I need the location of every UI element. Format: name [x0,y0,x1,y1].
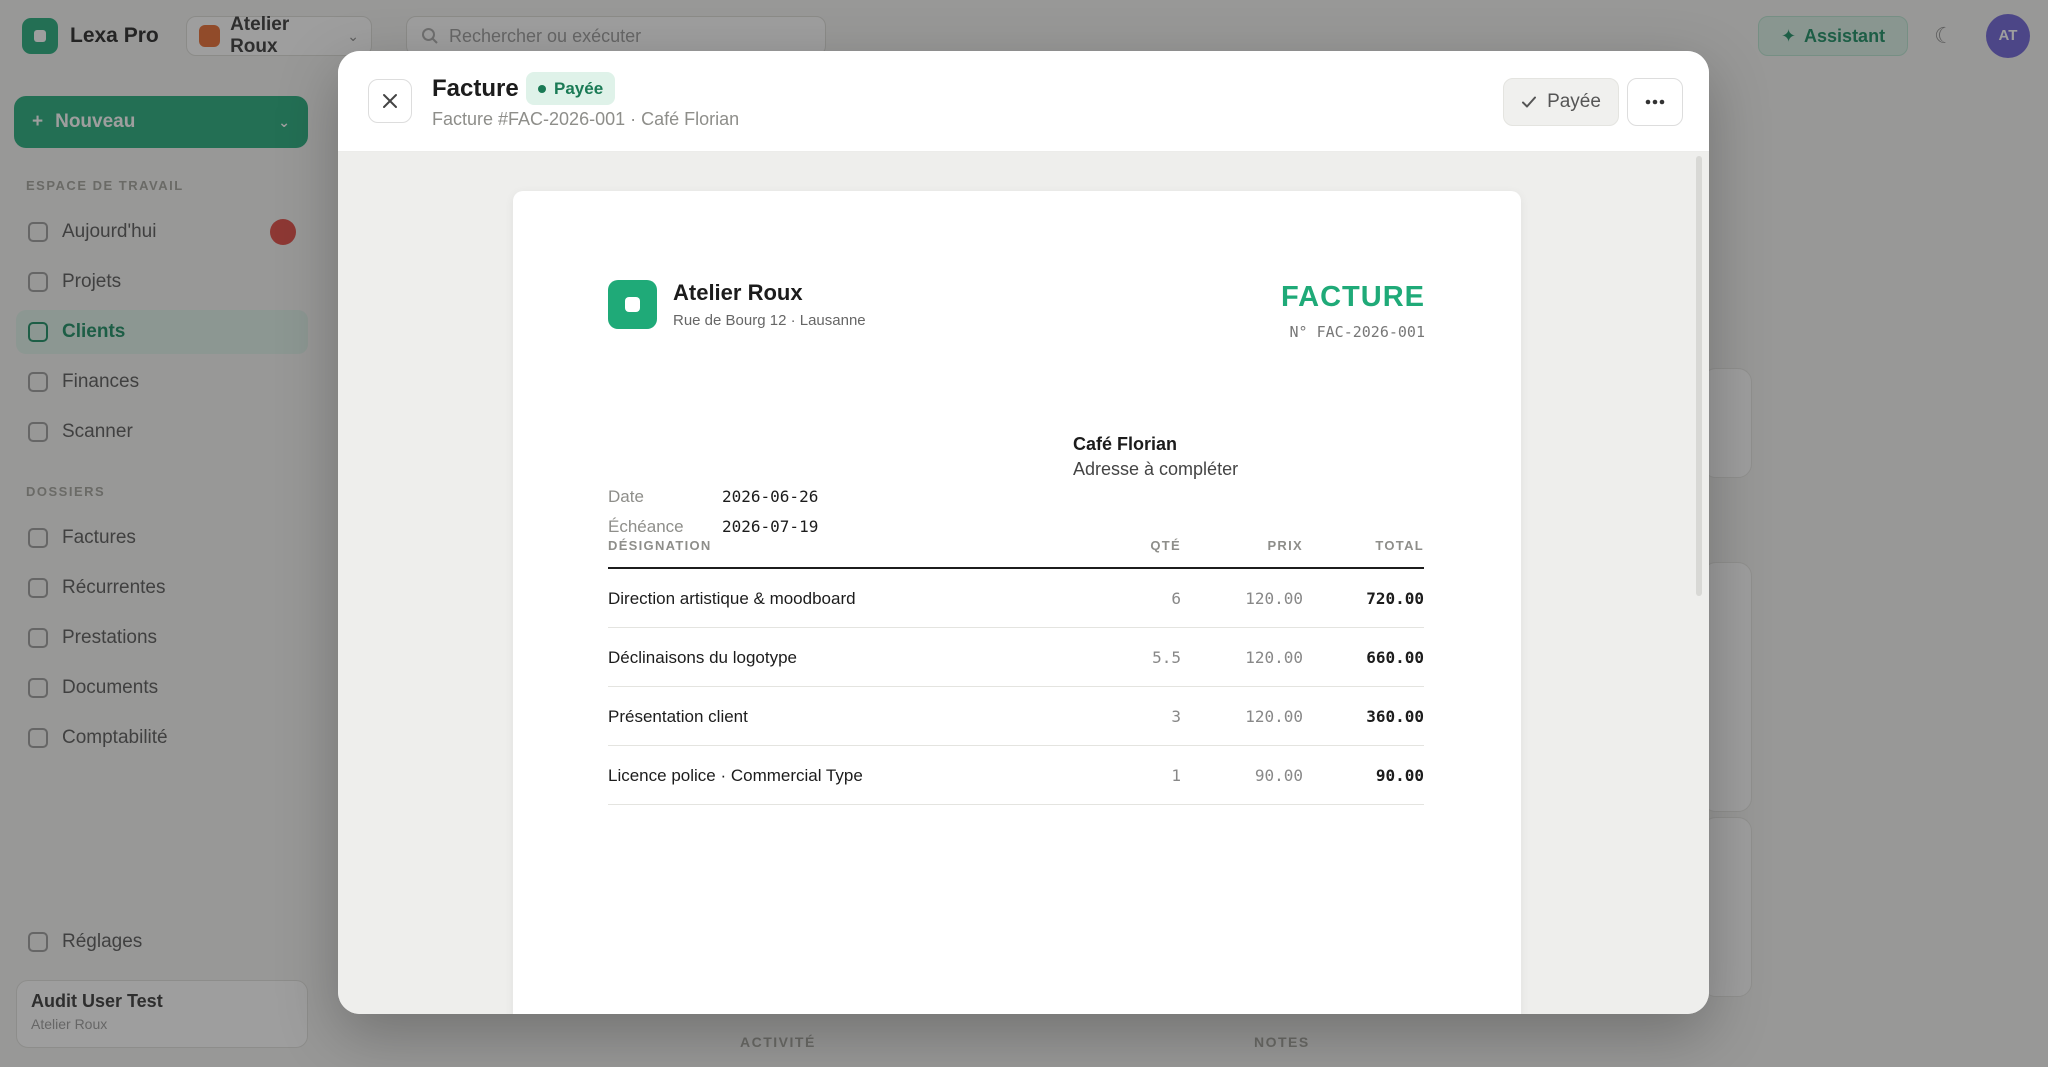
line-designation: Présentation client [608,707,748,726]
status-badge: Payée [526,72,616,105]
company-name: Atelier Roux [673,280,803,305]
invoice-modal: Facture Payée Facture #FAC-2026-001 · Ca… [338,51,1709,1014]
client-address: Adresse à compléter [1073,459,1239,479]
scrollbar[interactable] [1696,156,1702,596]
line-qty: 5.5 [1152,648,1181,667]
modal-subtitle: Facture #FAC-2026-001 · Café Florian [432,109,740,129]
line-price: 90.00 [1254,766,1303,785]
invoice-number: N° FAC-2026-001 [1289,323,1425,341]
table-row: Présentation client 3 120.00 360.00 [608,687,1424,746]
date-value: 2026-06-26 [722,487,819,506]
table-row: Déclinaisons du logotype 5.5 120.00 660.… [608,628,1424,687]
modal-body[interactable]: Atelier Roux Rue de Bourg 12 · Lausanne … [338,152,1709,1014]
invoice-heading: FACTURE [1281,281,1425,313]
line-designation: Licence police · Commercial Type [608,766,863,785]
column-price: PRIX [1267,538,1303,553]
line-designation: Déclinaisons du logotype [608,648,798,667]
table-row: Licence police · Commercial Type 1 90.00… [608,746,1424,805]
date-label: Date [608,487,644,506]
company-address: Rue de Bourg 12 · Lausanne [673,312,866,329]
close-icon [383,94,397,108]
line-total: 660.00 [1366,648,1424,667]
close-button[interactable] [368,79,412,123]
line-qty: 1 [1171,766,1181,785]
modal-title: Facture [432,75,519,102]
table-header: DÉSIGNATION QTÉ PRIX TOTAL [608,526,1424,569]
invoice-lines-table: DÉSIGNATION QTÉ PRIX TOTAL Direction art… [608,526,1424,805]
line-designation: Direction artistique & moodboard [608,589,856,608]
client-name: Café Florian [1073,434,1178,454]
line-total: 90.00 [1375,766,1424,785]
line-total: 360.00 [1366,707,1424,726]
line-qty: 6 [1171,589,1181,608]
line-price: 120.00 [1245,589,1303,608]
invoice-document: Atelier Roux Rue de Bourg 12 · Lausanne … [513,191,1521,1014]
table-row: Direction artistique & moodboard 6 120.0… [608,569,1424,628]
more-horizontal-icon [1645,99,1665,105]
column-qty: QTÉ [1150,538,1181,553]
check-icon [1522,96,1537,108]
line-price: 120.00 [1245,648,1303,667]
mark-paid-button[interactable]: Payée [1503,78,1619,126]
column-total: TOTAL [1375,538,1424,553]
modal-header: Facture Payée Facture #FAC-2026-001 · Ca… [338,51,1709,152]
column-designation: DÉSIGNATION [608,538,712,553]
mark-paid-label: Payée [1547,91,1601,112]
line-price: 120.00 [1245,707,1303,726]
line-total: 720.00 [1366,589,1424,608]
company-logo-icon [608,280,657,329]
line-qty: 3 [1171,707,1181,726]
status-dot-icon [538,84,546,93]
status-badge-label: Payée [554,78,604,98]
more-options-button[interactable] [1627,78,1683,126]
